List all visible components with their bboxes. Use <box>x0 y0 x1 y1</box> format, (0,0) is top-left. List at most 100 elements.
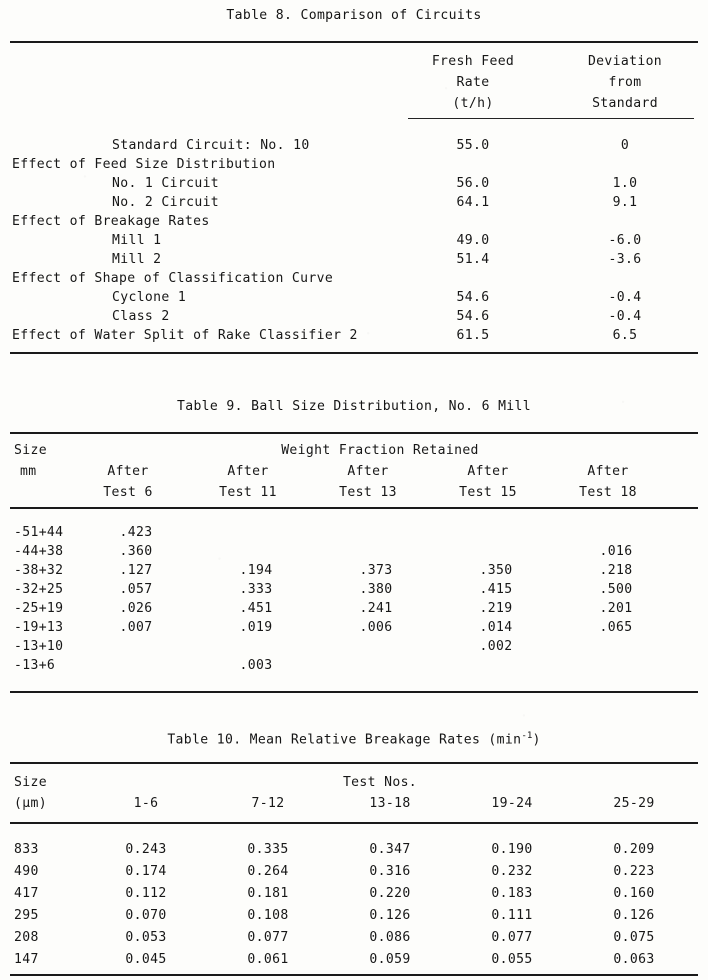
table8-caption: Table 8. Comparison of Circuits <box>226 8 482 23</box>
table10-cell: 0.126 <box>369 908 411 923</box>
table9-span-header: Weight Fraction Retained <box>281 443 479 458</box>
table8-top-rule <box>10 41 698 43</box>
table10-cell: 0.174 <box>125 864 167 879</box>
table9-size-header-line1: Size <box>14 443 47 458</box>
table8-row-label: Effect of Water Split of Rake Classifier… <box>12 328 358 343</box>
table10-size-header-line2: (µm) <box>14 796 47 811</box>
table8-col2-line3: Standard <box>592 96 658 111</box>
table9-cell: .218 <box>599 563 633 578</box>
table10-cell: 0.190 <box>491 842 533 857</box>
table8-col1-line1: Fresh Feed <box>431 54 515 69</box>
table10-cell: 0.075 <box>613 930 655 945</box>
table9-col2-line2: Test 11 <box>219 485 277 500</box>
table10-cell: 0.316 <box>369 864 411 879</box>
table9-cell: .026 <box>119 601 153 616</box>
table9-cell: .127 <box>119 563 153 578</box>
table10-row-size: 417 <box>14 886 39 901</box>
table8-row-rate: 49.0 <box>456 233 490 248</box>
table8-row-rate: 54.6 <box>456 290 490 305</box>
table9-cell: .002 <box>479 639 513 654</box>
table9-cell: .451 <box>239 601 273 616</box>
table8-row-label: Mill 1 <box>112 233 162 248</box>
table10-col3-label: 13-18 <box>369 796 411 811</box>
table9-cell: .065 <box>599 620 633 635</box>
table10-cell: 0.077 <box>247 930 289 945</box>
table8-row-deviation: 6.5 <box>612 328 638 343</box>
table9-col3-line1: After <box>347 464 389 479</box>
table10-col2-label: 7-12 <box>251 796 285 811</box>
table10-span-header: Test Nos. <box>342 775 418 790</box>
table8-row-deviation: -0.4 <box>608 290 642 305</box>
table10-cell: 0.335 <box>247 842 289 857</box>
table8-row-label: Class 2 <box>112 309 170 324</box>
table10-caption-superscript: -1 <box>521 730 533 741</box>
table10-col5-label: 25-29 <box>613 796 655 811</box>
table10-cell: 0.181 <box>247 886 289 901</box>
table8-row-deviation: 1.0 <box>612 176 638 191</box>
table9-cell: .241 <box>359 601 393 616</box>
table10-row-size: 295 <box>14 908 39 923</box>
table8-row-label: Mill 2 <box>112 252 162 267</box>
table9-cell: .360 <box>119 544 153 559</box>
table10-top-rule <box>10 762 698 764</box>
table10-caption-suffix: ) <box>532 732 541 748</box>
table8-row-label: Standard Circuit: No. 10 <box>112 138 310 153</box>
table10-cell: 0.243 <box>125 842 167 857</box>
table8-row-deviation: -3.6 <box>608 252 642 267</box>
table8-row-rate: 54.6 <box>456 309 490 324</box>
table8-row-label: No. 1 Circuit <box>112 176 220 191</box>
table10-row-size: 208 <box>14 930 39 945</box>
table9-row-size: -32+25 <box>14 582 64 597</box>
table9-size-header-line2: mm <box>20 464 37 479</box>
table9-top-rule <box>10 432 698 434</box>
table9-cell: .380 <box>359 582 393 597</box>
table10-cell: 0.053 <box>125 930 167 945</box>
table8-col1-line3: (t/h) <box>452 96 494 111</box>
table10-caption: Table 10. Mean Relative Breakage Rates (… <box>0 730 708 747</box>
table9-col5-line1: After <box>587 464 629 479</box>
table10-cell: 0.223 <box>613 864 655 879</box>
table8-col1-line2: Rate <box>456 75 490 90</box>
table10-cell: 0.183 <box>491 886 533 901</box>
table10-cell: 0.070 <box>125 908 167 923</box>
table9-row-size: -25+19 <box>14 601 64 616</box>
table8-row-deviation: 0 <box>620 138 630 153</box>
table9-row-size: -38+32 <box>14 563 64 578</box>
table9-cell: .415 <box>479 582 513 597</box>
table9-cell: .350 <box>479 563 513 578</box>
document-page: Table 8. Comparison of Circuits Fresh Fe… <box>0 0 708 980</box>
table10-caption-prefix: Table 10. Mean Relative Breakage Rates (… <box>167 732 522 748</box>
table9-row-size: -51+44 <box>14 525 64 540</box>
table9-row-size: -13+10 <box>14 639 64 654</box>
table8-col2-line1: Deviation <box>587 54 663 69</box>
table9-row-size: -19+13 <box>14 620 64 635</box>
table9-cell: .057 <box>119 582 153 597</box>
table9-col2-line1: After <box>227 464 269 479</box>
table9-cell: .014 <box>479 620 513 635</box>
table9-cell: .333 <box>239 582 273 597</box>
table9-cell: .219 <box>479 601 513 616</box>
table9-col5-line2: Test 18 <box>579 485 637 500</box>
table10-cell: 0.061 <box>247 952 289 967</box>
table9-cell: .003 <box>239 658 273 673</box>
table9-cell: .373 <box>359 563 393 578</box>
table10-cell: 0.086 <box>369 930 411 945</box>
table8-bottom-rule <box>10 352 698 354</box>
table8-row-label: Effect of Breakage Rates <box>12 214 210 229</box>
table10-cell: 0.108 <box>247 908 289 923</box>
table10-cell: 0.055 <box>491 952 533 967</box>
table10-size-header-line1: Size <box>14 775 47 790</box>
table10-cell: 0.059 <box>369 952 411 967</box>
table10-cell: 0.347 <box>369 842 411 857</box>
table8-row-rate: 51.4 <box>456 252 490 267</box>
table9-col1-line1: After <box>107 464 149 479</box>
table9-cell: .201 <box>599 601 633 616</box>
table8-row-rate: 64.1 <box>456 195 490 210</box>
table10-cell: 0.063 <box>613 952 655 967</box>
table9-cell: .016 <box>599 544 633 559</box>
table9-header-rule <box>10 507 698 509</box>
table10-cell: 0.111 <box>491 908 533 923</box>
table10-cell: 0.220 <box>369 886 411 901</box>
table9-row-size: -44+38 <box>14 544 64 559</box>
table8-row-label: Cyclone 1 <box>112 290 187 305</box>
